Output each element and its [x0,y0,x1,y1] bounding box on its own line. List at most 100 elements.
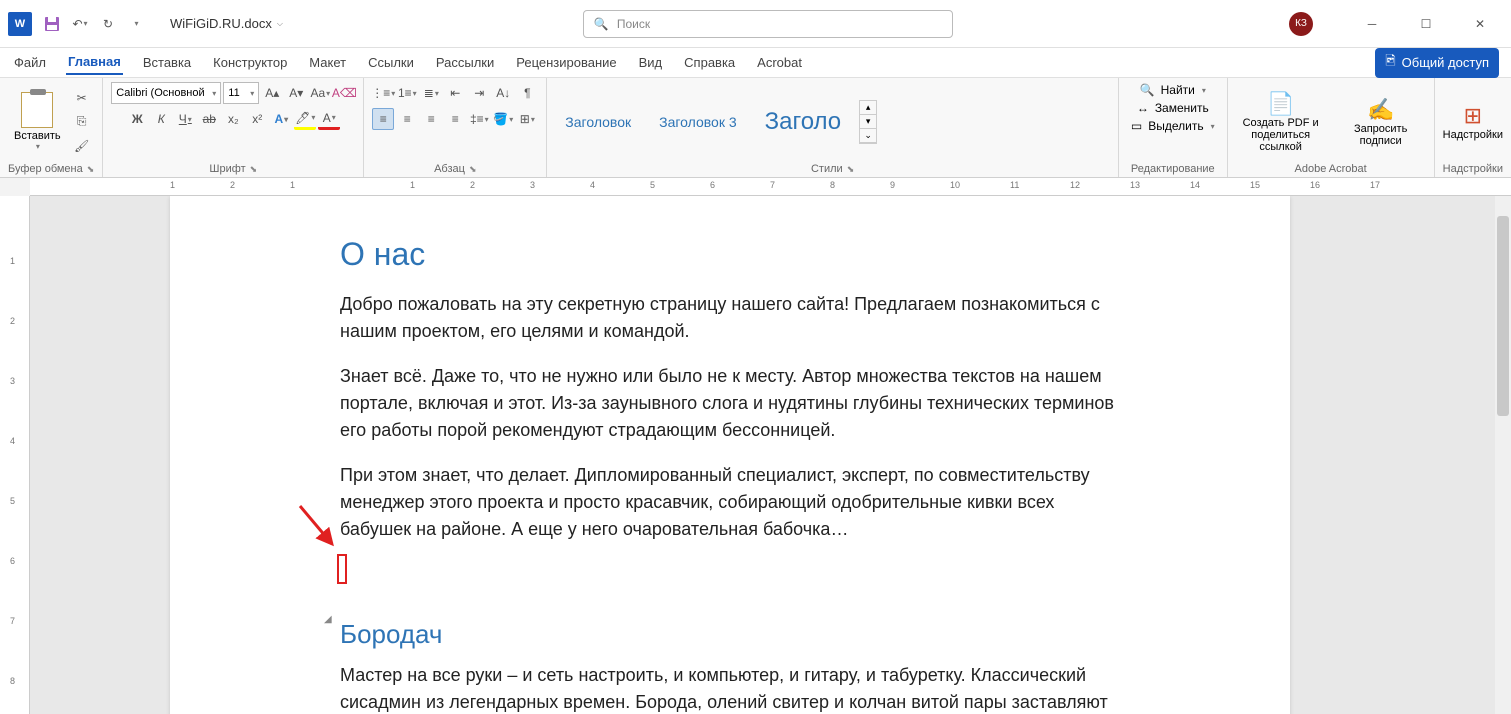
italic-button[interactable]: К [150,108,172,130]
find-icon: 🔍 [1140,83,1155,97]
tab-help[interactable]: Справка [682,51,737,74]
tab-insert[interactable]: Вставка [141,51,193,74]
vertical-ruler[interactable]: 12345678 [0,196,30,714]
horizontal-ruler[interactable]: 1211234567891011121314151617 [30,178,1511,196]
group-font: Calibri (Основной▾ 11▾ A▴ A▾ Aa▾ A⌫ Ж К … [103,78,364,177]
addins-button[interactable]: ⊞ Надстройки [1443,103,1503,141]
style-heading1[interactable]: Заголовок [555,110,641,134]
cut-button[interactable]: ✂ [71,87,93,109]
style-heading3[interactable]: Заголовок 3 [649,110,747,134]
tab-file[interactable]: Файл [12,51,48,74]
share-button[interactable]: 🖻Общий доступ [1375,48,1499,78]
redo-button[interactable]: ↻ [98,14,118,34]
close-button[interactable]: ✕ [1457,8,1503,40]
shrink-font-button[interactable]: A▾ [285,82,307,104]
select-icon: ▭ [1131,119,1142,133]
group-addins: ⊞ Надстройки Надстройки [1435,78,1511,177]
show-marks-button[interactable]: ¶ [516,82,538,104]
paste-button[interactable]: Вставить ▾ [8,90,67,153]
copy-button[interactable]: ⎘ [71,111,93,133]
paste-icon [21,92,53,128]
align-right-button[interactable]: ≡ [420,108,442,130]
highlight-button[interactable]: 🖊▾ [294,108,316,130]
quick-access-toolbar: ↶▾ ↻ ▾ [42,14,146,34]
superscript-button[interactable]: x² [246,108,268,130]
clipboard-launcher[interactable]: ⬊ [87,164,95,175]
tab-home[interactable]: Главная [66,50,123,75]
search-input[interactable]: 🔍 Поиск [583,10,953,38]
scrollbar-thumb[interactable] [1497,216,1509,416]
numbering-button[interactable]: 1≡▾ [396,82,418,104]
font-launcher[interactable]: ⬊ [250,164,258,175]
bold-button[interactable]: Ж [126,108,148,130]
save-button[interactable] [42,14,62,34]
heading-borodach: Бородач [340,619,1120,650]
grow-font-button[interactable]: A▴ [261,82,283,104]
user-avatar[interactable]: КЗ [1289,12,1313,36]
request-signatures-button[interactable]: ✍ Запросить подписи [1336,97,1426,147]
signature-icon: ✍ [1367,97,1394,123]
share-icon: 🖻 [1385,52,1395,74]
justify-button[interactable]: ≡ [444,108,466,130]
maximize-button[interactable]: ☐ [1403,8,1449,40]
word-app-icon: W [8,12,32,36]
multilevel-list-button[interactable]: ≣▾ [420,82,442,104]
font-color-button[interactable]: A▾ [318,108,340,130]
underline-button[interactable]: Ч▾ [174,108,196,130]
subscript-button[interactable]: x₂ [222,108,244,130]
annotation-arrow [300,506,340,549]
page[interactable]: О нас Добро пожаловать на эту секретную … [170,196,1290,714]
group-clipboard: Вставить ▾ ✂ ⎘ 🖌 Буфер обмена ⬊ [0,78,103,177]
paragraph: Мастер на все руки – и сеть настроить, и… [340,662,1120,714]
group-acrobat: 📄 Создать PDF и поделиться ссылкой ✍ Зап… [1228,78,1435,177]
line-spacing-button[interactable]: ‡≡▾ [468,108,490,130]
align-center-button[interactable]: ≡ [396,108,418,130]
group-styles: Заголовок Заголовок 3 Заголо ▴▾⌄ Стили ⬊ [547,78,1119,177]
bullets-button[interactable]: ⋮≡▾ [372,82,394,104]
tab-mailings[interactable]: Рассылки [434,51,496,74]
minimize-button[interactable]: ─ [1349,8,1395,40]
shading-button[interactable]: 🪣▾ [492,108,514,130]
paragraph: Знает всё. Даже то, что не нужно или был… [340,363,1120,444]
format-painter-button[interactable]: 🖌 [71,135,93,157]
borders-button[interactable]: ⊞▾ [516,108,538,130]
group-paragraph: ⋮≡▾ 1≡▾ ≣▾ ⇤ ⇥ A↓ ¶ ≡ ≡ ≡ ≡ ‡≡▾ 🪣▾ ⊞▾ Аб… [364,78,547,177]
tab-layout[interactable]: Макет [307,51,348,74]
tab-review[interactable]: Рецензирование [514,51,618,74]
title-bar: W ↶▾ ↻ ▾ WiFiGiD.RU.docx⌵ 🔍 Поиск КЗ ─ ☐… [0,0,1511,48]
clear-formatting-button[interactable]: A⌫ [333,82,355,104]
tab-view[interactable]: Вид [637,51,665,74]
align-left-button[interactable]: ≡ [372,108,394,130]
change-case-button[interactable]: Aa▾ [309,82,331,104]
pdf-icon: 📄 [1267,91,1294,117]
document-area[interactable]: О нас Добро пожаловать на эту секретную … [30,196,1511,714]
replace-button[interactable]: ↔Заменить [1133,100,1213,116]
style-title[interactable]: Заголо [755,104,852,140]
strikethrough-button[interactable]: ab [198,108,220,130]
qat-customize[interactable]: ▾ [126,14,146,34]
paragraph-launcher[interactable]: ⬊ [469,164,477,175]
search-icon: 🔍 [594,17,609,31]
styles-gallery-scroll[interactable]: ▴▾⌄ [859,100,877,144]
select-button[interactable]: ▭Выделить▾ [1127,118,1219,134]
tab-acrobat[interactable]: Acrobat [755,51,804,74]
tab-design[interactable]: Конструктор [211,51,289,74]
undo-button[interactable]: ↶▾ [70,14,90,34]
find-button[interactable]: 🔍Найти▾ [1136,82,1210,98]
collapse-marker-icon[interactable]: ◢ [324,614,332,625]
font-size-combo[interactable]: 11▾ [223,82,259,104]
document-name[interactable]: WiFiGiD.RU.docx⌵ [170,16,283,31]
create-pdf-button[interactable]: 📄 Создать PDF и поделиться ссылкой [1236,91,1326,153]
increase-indent-button[interactable]: ⇥ [468,82,490,104]
vertical-scrollbar[interactable] [1495,196,1511,714]
heading-about: О нас [340,236,1120,273]
text-effects-button[interactable]: A▾ [270,108,292,130]
styles-launcher[interactable]: ⬊ [847,164,855,175]
decrease-indent-button[interactable]: ⇤ [444,82,466,104]
font-name-combo[interactable]: Calibri (Основной▾ [111,82,221,104]
ribbon: Вставить ▾ ✂ ⎘ 🖌 Буфер обмена ⬊ Calibri … [0,78,1511,178]
replace-icon: ↔ [1137,101,1149,115]
paragraph: Добро пожаловать на эту секретную страни… [340,291,1120,345]
sort-button[interactable]: A↓ [492,82,514,104]
tab-references[interactable]: Ссылки [366,51,416,74]
